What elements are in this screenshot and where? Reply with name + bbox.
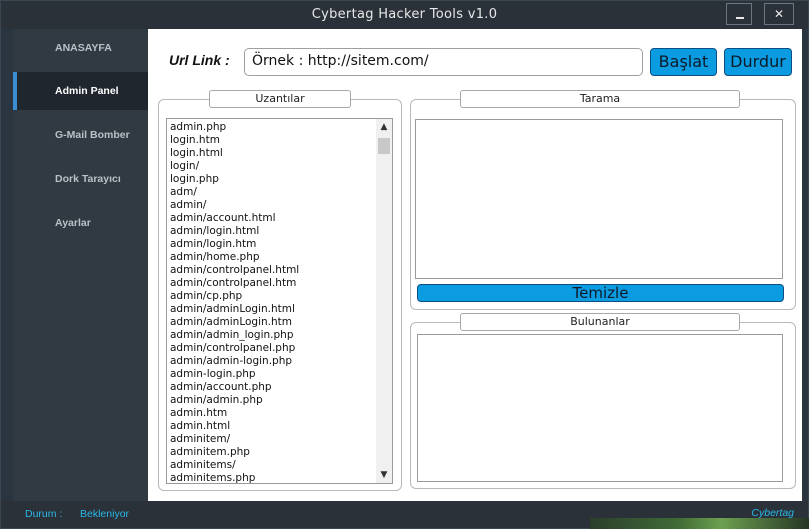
sidebar-item-label: Dork Tarayıcı — [55, 173, 121, 185]
list-item[interactable]: adminitem.php — [170, 446, 375, 459]
minimize-button[interactable] — [726, 3, 752, 25]
list-item[interactable]: login.html — [170, 147, 375, 160]
url-input[interactable]: Örnek : http://sitem.com/ — [244, 48, 643, 76]
status-value: Bekleniyor — [80, 508, 130, 520]
list-item[interactable]: admin/admin.php — [170, 394, 375, 407]
list-item[interactable]: admin/home.php — [170, 251, 375, 264]
sidebar-item-label: Admin Panel — [55, 85, 119, 97]
sidebar-item-label: ANASAYFA — [55, 42, 112, 54]
list-item[interactable]: admin/admin_login.php — [170, 329, 375, 342]
list-item[interactable]: admin/adminLogin.html — [170, 303, 375, 316]
app-window: Cybertag Hacker Tools v1.0 ✕ ANASAYFA Ad… — [0, 0, 809, 529]
found-output[interactable] — [417, 334, 783, 482]
list-item[interactable]: login.php — [170, 173, 375, 186]
list-item[interactable]: admin/controlpanel.htm — [170, 277, 375, 290]
close-icon: ✕ — [773, 7, 785, 21]
list-item[interactable]: adminitem/ — [170, 433, 375, 446]
list-item[interactable]: admin.html — [170, 420, 375, 433]
list-item[interactable]: admin/controlpanel.php — [170, 342, 375, 355]
sidebar-item-ayarlar[interactable]: Ayarlar — [13, 204, 148, 242]
title-bar[interactable]: Cybertag Hacker Tools v1.0 ✕ — [1, 1, 808, 29]
sidebar-item-gmail-bomber[interactable]: G-Mail Bomber — [13, 116, 148, 154]
main-panel: Url Link : Örnek : http://sitem.com/ Baş… — [148, 29, 802, 501]
sidebar-item-label: G-Mail Bomber — [55, 129, 130, 141]
start-button[interactable]: Başlat — [650, 48, 717, 76]
scan-output[interactable] — [415, 119, 783, 279]
list-item[interactable]: admin/account.html — [170, 212, 375, 225]
list-item[interactable]: adminitems.php — [170, 472, 375, 483]
window-title: Cybertag Hacker Tools v1.0 — [311, 7, 498, 22]
sidebar-item-label: Ayarlar — [55, 217, 91, 229]
list-item[interactable]: admin/cp.php — [170, 290, 375, 303]
desktop-background — [590, 518, 809, 529]
sidebar-item-anasayfa[interactable]: ANASAYFA — [13, 29, 148, 67]
found-group-title: Bulunanlar — [460, 313, 740, 331]
list-item[interactable]: admin/controlpanel.html — [170, 264, 375, 277]
list-item[interactable]: adm/ — [170, 186, 375, 199]
extensions-list-items: admin.php login.htm login.html login/login.… — [170, 121, 375, 483]
extensions-list[interactable]: admin.php login.htm login.html login/login.… — [166, 118, 393, 484]
chevron-down-icon[interactable]: ▼ — [376, 467, 392, 483]
list-item[interactable]: login/ — [170, 160, 375, 173]
scan-group-title: Tarama — [460, 90, 740, 108]
scrollbar-thumb[interactable] — [378, 138, 390, 154]
list-item[interactable]: admin/login.html — [170, 225, 375, 238]
close-button[interactable]: ✕ — [764, 3, 794, 25]
list-item[interactable]: admin/ — [170, 199, 375, 212]
minimize-icon — [736, 17, 744, 19]
list-item[interactable]: admin.php — [170, 121, 375, 134]
list-item[interactable]: admin/login.htm — [170, 238, 375, 251]
sidebar-item-admin-panel[interactable]: Admin Panel — [13, 72, 148, 110]
list-item[interactable]: admin.htm — [170, 407, 375, 420]
list-item[interactable]: admin/admin-login.php — [170, 355, 375, 368]
sidebar: ANASAYFA Admin Panel G-Mail Bomber Dork … — [13, 29, 148, 501]
sidebar-item-dork-tarayici[interactable]: Dork Tarayıcı — [13, 160, 148, 198]
chevron-up-icon[interactable]: ▲ — [376, 119, 392, 135]
status-label: Durum : — [25, 508, 63, 520]
list-item[interactable]: admin/adminLogin.htm — [170, 316, 375, 329]
list-item[interactable]: admin/account.php — [170, 381, 375, 394]
list-item[interactable]: admin-login.php — [170, 368, 375, 381]
extensions-group-title: Uzantılar — [209, 90, 351, 108]
clear-button[interactable]: Temizle — [417, 284, 784, 302]
url-label: Url Link : — [169, 52, 230, 68]
list-item[interactable]: login.htm — [170, 134, 375, 147]
stop-button[interactable]: Durdur — [724, 48, 792, 76]
list-scrollbar[interactable]: ▲ ▼ — [376, 119, 392, 483]
list-item[interactable]: adminitems/ — [170, 459, 375, 472]
